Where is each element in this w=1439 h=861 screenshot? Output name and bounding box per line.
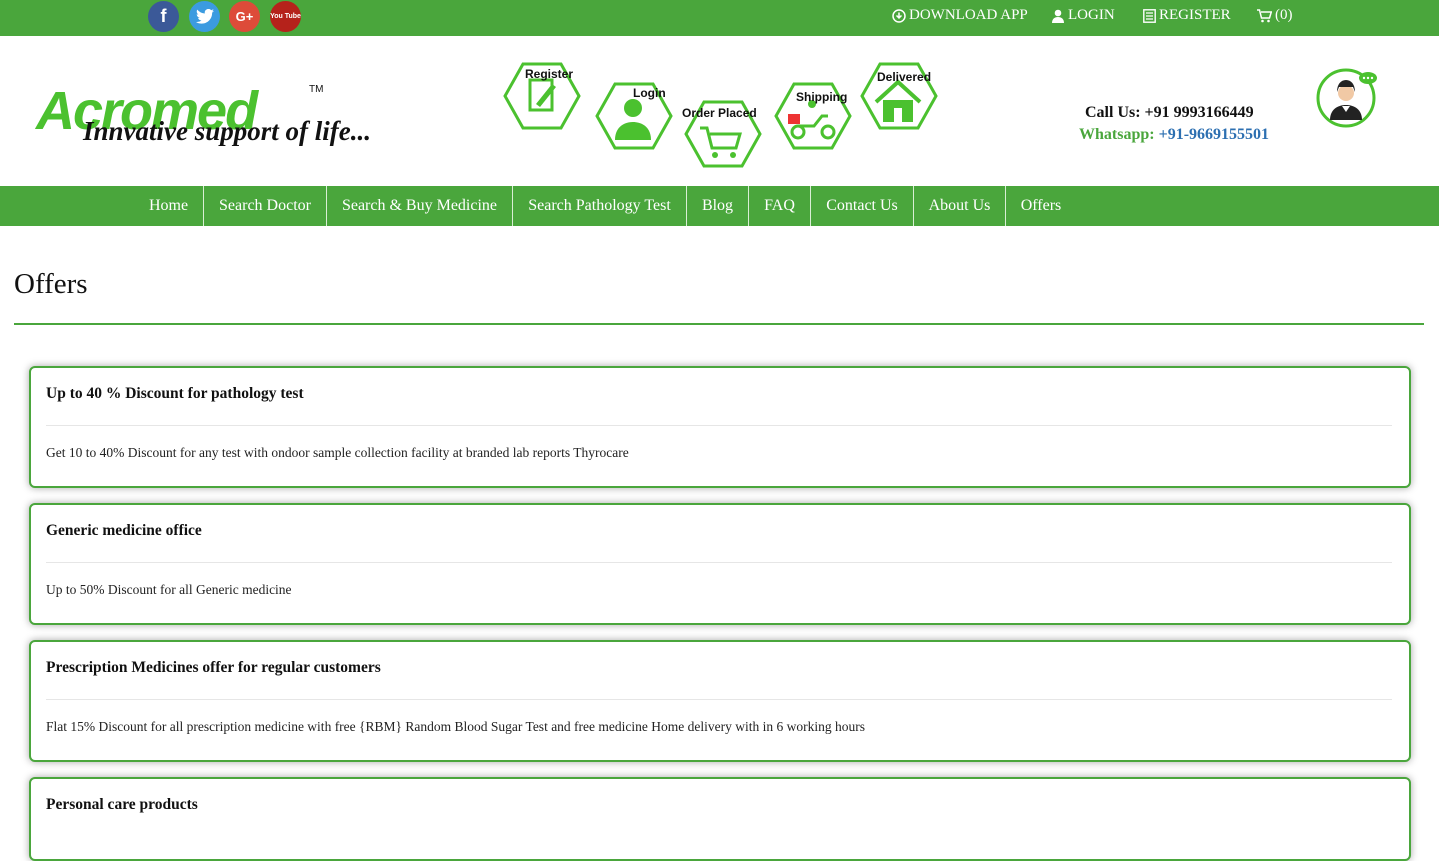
google-plus-icon[interactable]: G+ bbox=[229, 1, 260, 32]
offer-card: Personal care products bbox=[29, 777, 1411, 861]
order-placed-step-label: Order Placed bbox=[682, 106, 757, 120]
nav-search-doctor[interactable]: Search Doctor bbox=[204, 186, 326, 226]
login-step-label: Login bbox=[633, 86, 666, 100]
delivered-step-label: Delivered bbox=[877, 70, 932, 84]
offer-description: Get 10 to 40% Discount for any test with… bbox=[46, 445, 629, 460]
whatsapp-label: Whatsapp: bbox=[1079, 126, 1155, 143]
cart-icon bbox=[1257, 8, 1272, 22]
shipping-step-label: Shipping bbox=[796, 90, 848, 104]
nav-contact-us[interactable]: Contact Us bbox=[811, 186, 913, 226]
offer-title: Generic medicine office bbox=[46, 522, 202, 539]
offer-card: Up to 40 % Discount for pathology test G… bbox=[29, 366, 1411, 488]
offer-divider bbox=[46, 425, 1392, 426]
offer-card: Prescription Medicines offer for regular… bbox=[29, 640, 1411, 762]
youtube-icon[interactable]: You Tube bbox=[270, 1, 301, 32]
login-link[interactable]: LOGIN bbox=[1051, 7, 1115, 24]
offer-title: Up to 40 % Discount for pathology test bbox=[46, 385, 304, 402]
nav-home[interactable]: Home bbox=[134, 186, 203, 226]
offer-title: Personal care products bbox=[46, 796, 198, 813]
offer-divider bbox=[46, 699, 1392, 700]
download-app-label: DOWNLOAD APP bbox=[909, 7, 1028, 23]
cart-count: (0) bbox=[1275, 7, 1293, 23]
offer-description: Up to 50% Discount for all Generic medic… bbox=[46, 582, 292, 597]
title-divider bbox=[14, 323, 1424, 325]
register-step-label: Register bbox=[525, 67, 574, 81]
page-title: Offers bbox=[14, 268, 88, 300]
nav-search-buy-medicine[interactable]: Search & Buy Medicine bbox=[327, 186, 512, 226]
whatsapp-contact: Whatsapp: +91-9669155501 bbox=[1079, 126, 1269, 144]
trademark-mark: TM bbox=[309, 84, 324, 95]
cart-link[interactable]: (0) bbox=[1257, 7, 1293, 24]
call-us-number[interactable]: Call Us: +91 9993166449 bbox=[1085, 104, 1254, 122]
nav-search-pathology-test[interactable]: Search Pathology Test bbox=[513, 186, 686, 226]
nav-blog[interactable]: Blog bbox=[687, 186, 748, 226]
register-link[interactable]: REGISTER bbox=[1143, 7, 1231, 24]
offer-card: Generic medicine office Up to 50% Discou… bbox=[29, 503, 1411, 625]
download-icon bbox=[892, 8, 906, 23]
facebook-icon[interactable]: f bbox=[148, 1, 179, 32]
offer-title: Prescription Medicines offer for regular… bbox=[46, 659, 381, 676]
list-icon bbox=[1143, 8, 1156, 23]
support-agent-icon[interactable] bbox=[1316, 68, 1380, 128]
register-label: REGISTER bbox=[1159, 7, 1231, 23]
whatsapp-number[interactable]: +91-9669155501 bbox=[1159, 126, 1269, 143]
login-label: LOGIN bbox=[1068, 7, 1115, 23]
nav-about-us[interactable]: About Us bbox=[914, 186, 1005, 226]
twitter-icon[interactable] bbox=[189, 1, 220, 32]
top-bar: f G+ You Tube DOWNLOAD APP LOGIN REGISTE… bbox=[0, 0, 1439, 36]
logo-tagline: Innvative support of life... bbox=[83, 116, 371, 146]
offer-description: Flat 15% Discount for all prescription m… bbox=[46, 719, 865, 734]
main-nav: Home Search Doctor Search & Buy Medicine… bbox=[0, 186, 1439, 226]
nav-offers[interactable]: Offers bbox=[1006, 186, 1076, 226]
offer-divider bbox=[46, 562, 1392, 563]
nav-faq[interactable]: FAQ bbox=[749, 186, 810, 226]
user-icon bbox=[1052, 9, 1064, 23]
download-app-link[interactable]: DOWNLOAD APP bbox=[892, 7, 1028, 24]
header: Acromed TM Innvative support of life... … bbox=[0, 36, 1439, 186]
